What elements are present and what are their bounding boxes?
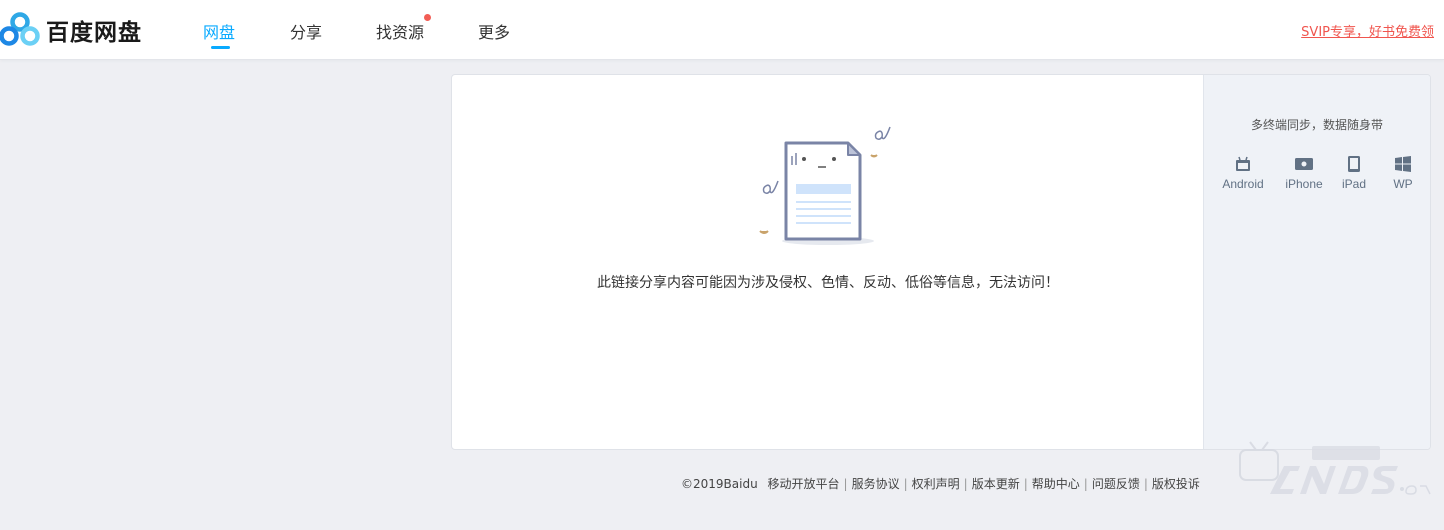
nav-tab-find-resources[interactable]: 找资源: [376, 14, 432, 43]
svip-promo-link[interactable]: SVIP专享，好书免费领: [1301, 21, 1434, 40]
top-bar: 百度网盘 网盘 分享 找资源 更多 SVIP专享，好书免费领: [0, 0, 1444, 60]
footer: ©2019Baidu 移动开放平台 | 服务协议 | 权利声明 | 版本更新 | 帮助中心 | 问题…: [681, 475, 1200, 492]
platform-label: iPhone: [1285, 177, 1323, 191]
footer-link-service-agreement[interactable]: 服务协议: [852, 477, 900, 491]
footer-link-mobile-open-platform[interactable]: 移动开放平台: [768, 477, 840, 491]
footer-link-version-update[interactable]: 版本更新: [972, 477, 1020, 491]
nav-tab-label: 找资源: [376, 23, 425, 42]
main-card: 此链接分享内容可能因为涉及侵权、色情、反动、低俗等信息，无法访问！ 多终端同步，…: [451, 74, 1431, 450]
platform-android[interactable]: Android: [1218, 155, 1268, 191]
footer-link-rights-statement[interactable]: 权利声明: [912, 477, 960, 491]
footer-link-copyright-complaint[interactable]: 版权投诉: [1152, 477, 1200, 491]
nav-tab-label: 分享: [290, 23, 323, 42]
platform-wp[interactable]: WP: [1388, 155, 1418, 191]
sad-document-icon: [759, 126, 891, 245]
platform-label: Android: [1222, 177, 1264, 191]
panel-title: 多终端同步，数据随身带: [1250, 118, 1383, 132]
nav-tab-share[interactable]: 分享: [290, 19, 322, 43]
cloud-logo-icon: [0, 12, 40, 46]
nav-tab-more[interactable]: 更多: [478, 19, 510, 43]
nav-tab-label: 网盘: [203, 23, 236, 42]
broken-document-illustration: [752, 123, 902, 258]
android-icon: [1236, 156, 1250, 171]
iphone-icon: [1295, 158, 1313, 170]
znds-watermark: [1236, 436, 1436, 505]
footer-separator: |: [1083, 477, 1088, 491]
access-denied-message: 此链接分享内容可能因为涉及侵权、色情、反动、低俗等信息，无法访问！: [597, 275, 1059, 291]
footer-separator: |: [1143, 477, 1148, 491]
footer-link-feedback[interactable]: 问题反馈: [1092, 477, 1140, 491]
active-tab-indicator: [211, 46, 230, 49]
notification-dot: [424, 14, 432, 21]
footer-link-help-center[interactable]: 帮助中心: [1032, 477, 1080, 491]
nav-tab-label: 更多: [478, 23, 511, 42]
footer-separator: |: [1023, 477, 1028, 491]
copyright: ©2019Baidu: [681, 477, 758, 491]
platform-iphone[interactable]: iPhone: [1278, 155, 1330, 191]
footer-separator: |: [903, 477, 908, 491]
platform-label: WP: [1393, 177, 1413, 191]
baidu-netdisk-logo[interactable]: 百度网盘: [0, 12, 142, 48]
ipad-icon: [1348, 156, 1360, 172]
footer-separator: |: [963, 477, 968, 491]
platform-list: Android iPhone iPad WP: [1218, 155, 1423, 195]
znds-watermark-logo: [1239, 441, 1431, 495]
platform-label: iPad: [1341, 177, 1367, 191]
multi-device-panel: 多终端同步，数据随身带 Android iPhone iPad WP: [1203, 75, 1430, 449]
windows-phone-icon: [1395, 156, 1411, 172]
platform-ipad[interactable]: iPad: [1340, 155, 1368, 191]
footer-separator: |: [843, 477, 848, 491]
nav-tab-netdisk[interactable]: 网盘: [203, 19, 236, 49]
logo-text: 百度网盘: [46, 20, 142, 46]
